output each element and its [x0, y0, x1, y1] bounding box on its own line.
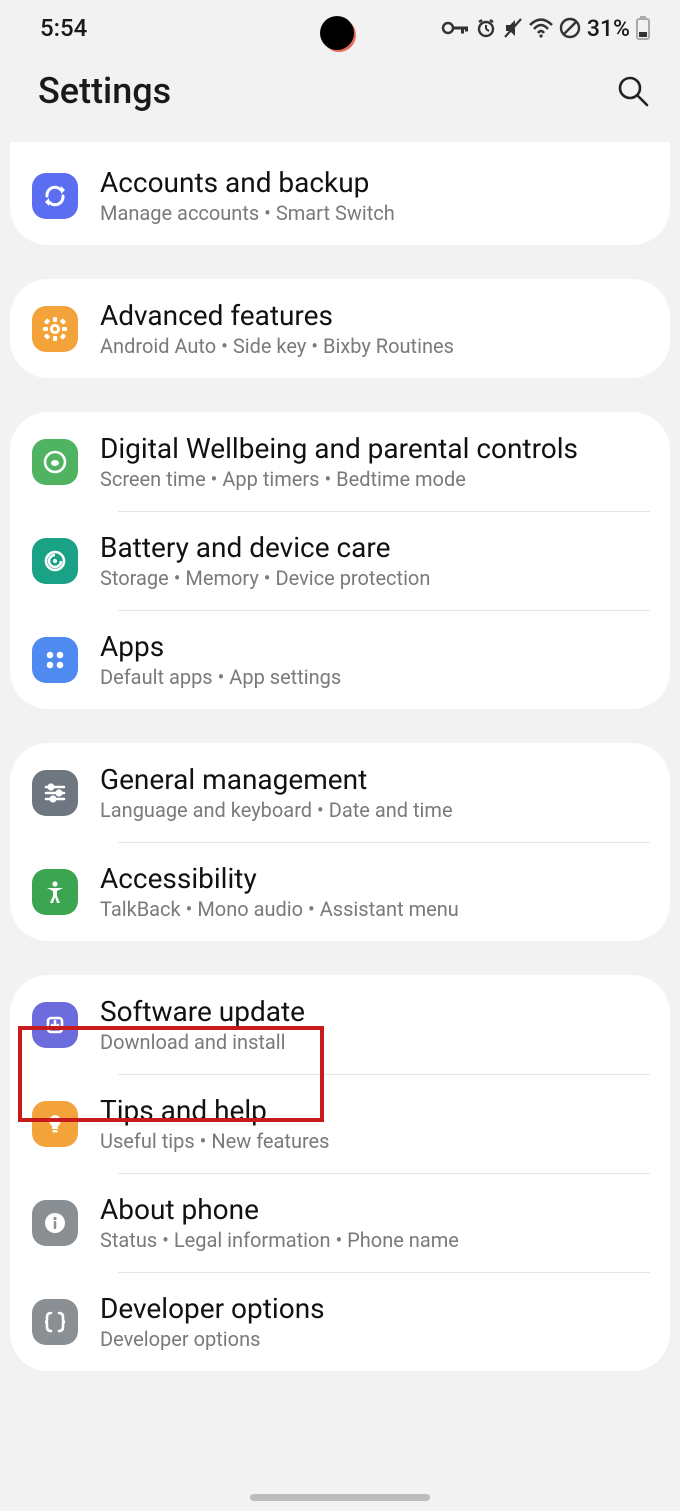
item-apps[interactable]: Apps Default apps • App settings	[10, 610, 670, 709]
item-developer-options[interactable]: Developer options Developer options	[10, 1272, 670, 1371]
item-subtitle: Useful tips • New features	[100, 1129, 329, 1153]
item-about-phone[interactable]: About phone Status • Legal information •…	[10, 1173, 670, 1272]
search-button[interactable]	[616, 74, 650, 108]
item-title: Tips and help	[100, 1094, 329, 1127]
vpn-key-icon	[441, 19, 469, 37]
accessibility-icon	[32, 869, 78, 915]
settings-group: Advanced features Android Auto • Side ke…	[10, 279, 670, 378]
settings-group: Software update Download and install Tip…	[10, 975, 670, 1371]
clock: 5:54	[40, 14, 87, 42]
wellbeing-icon	[32, 439, 78, 485]
item-tips-help[interactable]: Tips and help Useful tips • New features	[10, 1074, 670, 1173]
item-subtitle: Download and install	[100, 1030, 305, 1054]
item-accessibility[interactable]: Accessibility TalkBack • Mono audio • As…	[10, 842, 670, 941]
item-title: Advanced features	[100, 299, 454, 332]
apps-icon	[32, 637, 78, 683]
gesture-bar[interactable]	[250, 1494, 430, 1501]
item-title: Accessibility	[100, 862, 459, 895]
item-battery-device-care[interactable]: Battery and device care Storage • Memory…	[10, 511, 670, 610]
mute-vibrate-icon	[503, 17, 523, 39]
camera-cutout	[320, 16, 354, 50]
settings-group: Accounts and backup Manage accounts • Sm…	[10, 142, 670, 245]
status-icons: 31%	[441, 15, 650, 42]
item-subtitle: TalkBack • Mono audio • Assistant menu	[100, 897, 459, 921]
item-digital-wellbeing[interactable]: Digital Wellbeing and parental controls …	[10, 412, 670, 511]
settings-group: Digital Wellbeing and parental controls …	[10, 412, 670, 709]
item-title: General management	[100, 763, 453, 796]
item-title: Accounts and backup	[100, 166, 395, 199]
device-care-icon	[32, 538, 78, 584]
battery-percent: 31%	[587, 15, 630, 42]
item-software-update[interactable]: Software update Download and install	[10, 975, 670, 1074]
lightbulb-icon	[32, 1101, 78, 1147]
item-title: About phone	[100, 1193, 459, 1226]
code-braces-icon	[32, 1299, 78, 1345]
item-subtitle: Storage • Memory • Device protection	[100, 566, 430, 590]
item-subtitle: Status • Legal information • Phone name	[100, 1228, 459, 1252]
battery-icon	[636, 16, 650, 40]
item-title: Software update	[100, 995, 305, 1028]
item-title: Apps	[100, 630, 341, 663]
settings-group: General management Language and keyboard…	[10, 743, 670, 941]
item-general-management[interactable]: General management Language and keyboard…	[10, 743, 670, 842]
item-title: Battery and device care	[100, 531, 430, 564]
item-subtitle: Manage accounts • Smart Switch	[100, 201, 395, 225]
item-subtitle: Screen time • App timers • Bedtime mode	[100, 467, 578, 491]
item-subtitle: Default apps • App settings	[100, 665, 341, 689]
gear-icon	[32, 306, 78, 352]
app-header: Settings	[0, 52, 680, 142]
wifi-icon	[529, 18, 553, 38]
info-icon	[32, 1200, 78, 1246]
item-accounts-backup[interactable]: Accounts and backup Manage accounts • Sm…	[10, 146, 670, 245]
item-subtitle: Developer options	[100, 1327, 325, 1351]
page-title: Settings	[38, 70, 171, 112]
item-advanced-features[interactable]: Advanced features Android Auto • Side ke…	[10, 279, 670, 378]
sliders-icon	[32, 770, 78, 816]
item-title: Digital Wellbeing and parental controls	[100, 432, 578, 465]
alarm-icon	[475, 17, 497, 39]
item-subtitle: Android Auto • Side key • Bixby Routines	[100, 334, 454, 358]
download-icon	[32, 1002, 78, 1048]
sync-icon	[32, 173, 78, 219]
item-subtitle: Language and keyboard • Date and time	[100, 798, 453, 822]
item-title: Developer options	[100, 1292, 325, 1325]
no-sim-icon	[559, 17, 581, 39]
